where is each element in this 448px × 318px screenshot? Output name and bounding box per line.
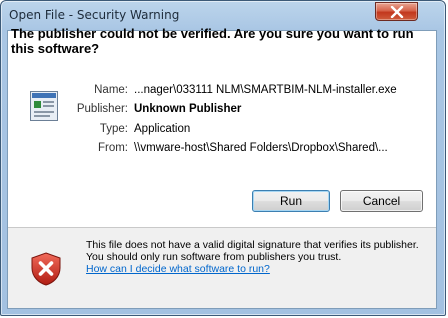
name-value: ...nager\033111 NLM\SMARTBIM-NLM-install… <box>134 84 397 96</box>
cancel-button[interactable]: Cancel <box>340 190 423 212</box>
close-icon <box>390 6 404 18</box>
window-title: Open File - Security Warning <box>9 8 180 22</box>
publisher-value: Unknown Publisher <box>134 103 242 115</box>
warning-heading: The publisher could not be verified. Are… <box>11 26 414 56</box>
warning-text: This file does not have a valid digital … <box>86 239 419 263</box>
name-row: Name: ...nager\033111 NLM\SMARTBIM-NLM-i… <box>0 82 440 98</box>
from-row: From: \\vmware-host\Shared Folders\Dropb… <box>0 140 440 156</box>
from-label: From: <box>97 142 128 154</box>
publisher-label: Publisher: <box>76 103 128 115</box>
security-shield-icon <box>30 252 62 290</box>
type-label: Type: <box>99 123 128 135</box>
help-link[interactable]: How can I decide what software to run? <box>86 263 270 275</box>
name-label: Name: <box>94 84 128 96</box>
close-button[interactable] <box>375 2 418 21</box>
type-row: Type: Application <box>0 121 440 137</box>
run-button[interactable]: Run <box>252 190 330 212</box>
from-value: \\vmware-host\Shared Folders\Dropbox\Sha… <box>134 142 388 154</box>
type-value: Application <box>134 123 191 135</box>
publisher-row: Publisher: Unknown Publisher <box>0 101 440 117</box>
